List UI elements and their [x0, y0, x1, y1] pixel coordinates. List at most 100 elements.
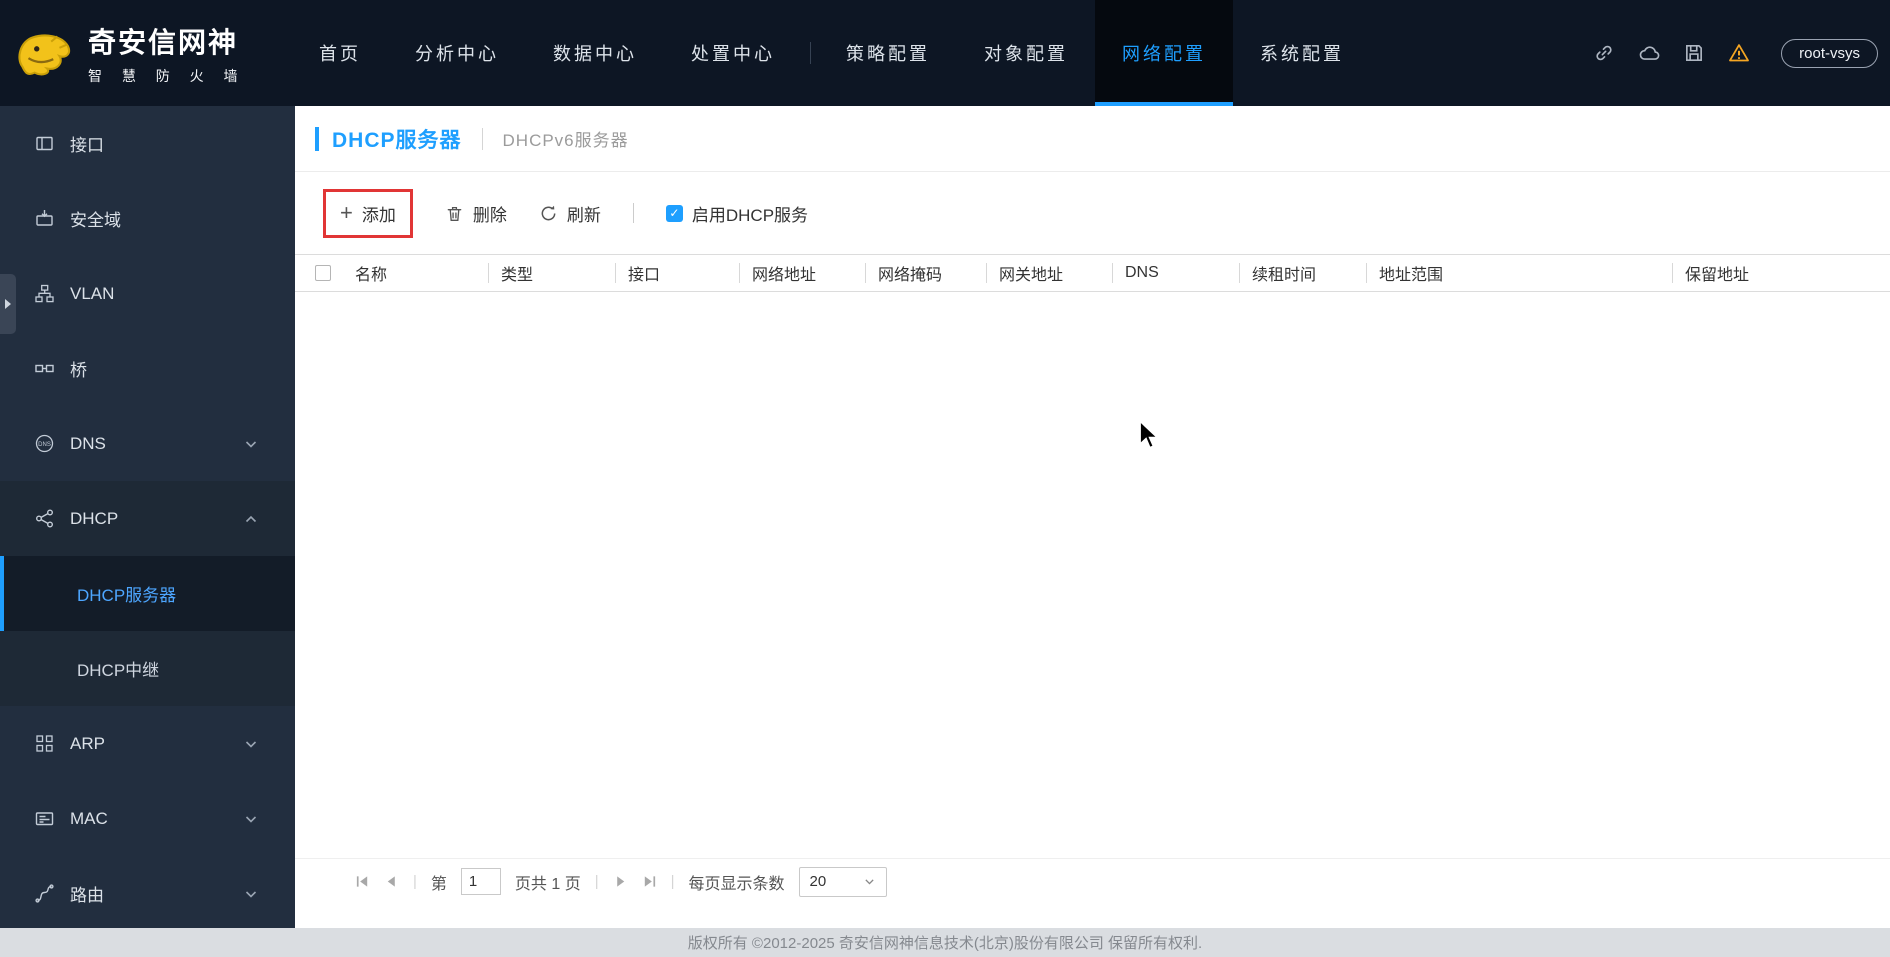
page-size-select[interactable]: 20	[798, 866, 887, 897]
table-body-empty	[295, 292, 1890, 858]
sidebar-item-interface[interactable]: 接口	[0, 106, 295, 181]
nav-item-system-config[interactable]: 系统配置	[1233, 0, 1371, 106]
next-page-icon[interactable]	[613, 874, 628, 889]
sidebar-item-route[interactable]: 路由	[0, 856, 295, 931]
nav-item-data-center[interactable]: 数据中心	[526, 0, 664, 106]
logo-mascot-icon	[18, 34, 71, 76]
bridge-icon	[34, 358, 55, 379]
sidebar-item-mac[interactable]: MAC	[0, 781, 295, 856]
nav-item-home[interactable]: 首页	[292, 0, 388, 106]
toolbar-divider	[632, 203, 634, 223]
chevron-up-icon	[243, 511, 259, 527]
column-header-netmask[interactable]: 网络掩码	[865, 263, 986, 283]
nav-item-object-config[interactable]: 对象配置	[957, 0, 1095, 106]
refresh-button[interactable]: 刷新	[539, 201, 601, 226]
sidebar-item-label: DHCP服务器	[77, 586, 177, 605]
route-icon	[34, 883, 55, 904]
sidebar-item-dhcp[interactable]: DHCP	[0, 481, 295, 556]
footer: 版权所有 ©2012-2025 奇安信网神信息技术(北京)股份有限公司 保留所有…	[0, 928, 1890, 957]
tab-dhcpv6-server[interactable]: DHCPv6服务器	[503, 126, 629, 151]
chevron-down-icon	[243, 736, 259, 752]
table-header: 名称 类型 接口 网络地址 网络掩码 网关地址 DNS 续租时间 地址范围 保留…	[295, 254, 1890, 292]
chevron-down-icon	[864, 879, 874, 885]
nav-divider	[810, 42, 811, 64]
nav-item-analysis-center[interactable]: 分析中心	[388, 0, 526, 106]
copyright-text: 版权所有 ©2012-2025 奇安信网神信息技术(北京)股份有限公司 保留所有…	[687, 935, 1203, 952]
nav-item-disposal-center[interactable]: 处置中心	[664, 0, 802, 106]
vsys-selector[interactable]: root-vsys	[1781, 38, 1878, 68]
sidebar-item-dhcp-relay[interactable]: DHCP中继	[0, 631, 295, 706]
chevron-down-icon	[243, 811, 259, 827]
sidebar-item-label: ARP	[70, 733, 105, 753]
page-size-label: 每页显示条数	[688, 875, 785, 893]
column-header-type[interactable]: 类型	[488, 263, 615, 283]
pagination-divider: |	[594, 873, 599, 890]
arp-icon	[34, 733, 55, 754]
sidebar-item-security-zone[interactable]: 安全域	[0, 181, 295, 256]
sidebar-item-label: 接口	[70, 136, 104, 155]
page-label: 第	[430, 875, 447, 893]
nav-item-network-config[interactable]: 网络配置	[1095, 0, 1233, 106]
sidebar-item-dns[interactable]: DNS DNS	[0, 406, 295, 481]
pagination-divider: |	[670, 873, 675, 890]
page-number-input[interactable]	[460, 868, 501, 895]
link-icon[interactable]	[1593, 42, 1615, 64]
sidebar-item-label: DHCP中继	[77, 661, 160, 680]
sidebar-item-bridge[interactable]: 桥	[0, 331, 295, 406]
column-header-name[interactable]: 名称	[343, 263, 488, 283]
sidebar-item-dhcp-server[interactable]: DHCP服务器	[0, 556, 295, 631]
collapse-arrow-icon	[5, 299, 11, 309]
active-tab-indicator	[315, 126, 319, 151]
logo-text: 奇安信网神 智 慧 防 火 墙	[88, 21, 246, 86]
pagination-divider: |	[413, 873, 417, 890]
nav-item-policy-config[interactable]: 策略配置	[819, 0, 957, 106]
sidebar-item-label: DNS	[70, 433, 106, 453]
sidebar-collapse-handle[interactable]	[0, 274, 16, 334]
save-icon[interactable]	[1683, 42, 1705, 64]
dns-icon: DNS	[34, 433, 55, 454]
topbar-right: root-vsys	[1593, 0, 1890, 106]
refresh-button-label: 刷新	[566, 205, 601, 225]
enable-dhcp-toggle[interactable]: ✓ 启用DHCP服务	[665, 201, 809, 226]
delete-button-label: 删除	[472, 205, 507, 225]
enable-dhcp-label: 启用DHCP服务	[691, 205, 809, 225]
sidebar-item-label: MAC	[70, 808, 108, 828]
last-page-icon[interactable]	[642, 874, 657, 889]
security-zone-icon	[34, 208, 55, 229]
column-header-lease-time[interactable]: 续租时间	[1239, 263, 1366, 283]
select-all-checkbox[interactable]	[315, 265, 331, 281]
column-header-network-address[interactable]: 网络地址	[739, 263, 865, 283]
logo: 奇安信网神 智 慧 防 火 墙	[0, 0, 292, 106]
sidebar-item-label: 路由	[70, 886, 104, 905]
sidebar-item-vlan[interactable]: VLAN	[0, 256, 295, 331]
top-nav: 首页 分析中心 数据中心 处置中心 策略配置 对象配置 网络配置 系统配置	[292, 0, 1371, 106]
sidebar-item-label: DHCP	[70, 508, 119, 528]
app-screen: 奇安信网神 智 慧 防 火 墙 首页 分析中心 数据中心 处置中心 策略配置 对…	[0, 0, 1890, 957]
trash-icon	[447, 206, 462, 221]
logo-title: 奇安信网神	[88, 26, 239, 58]
warning-icon[interactable]	[1728, 42, 1750, 64]
chevron-down-icon	[243, 886, 259, 902]
add-button[interactable]: + 添加	[340, 201, 396, 226]
tab-divider	[481, 127, 483, 150]
annotation-highlight-box: + 添加	[323, 188, 413, 238]
cloud-icon[interactable]	[1638, 42, 1660, 64]
enable-dhcp-checkbox[interactable]: ✓	[665, 204, 683, 222]
column-header-interface[interactable]: 接口	[615, 263, 739, 283]
sidebar-item-label: 桥	[70, 361, 87, 380]
logo-subtitle: 智 慧 防 火 墙	[88, 67, 246, 84]
prev-page-icon[interactable]	[384, 874, 399, 889]
column-header-reserved-address[interactable]: 保留地址	[1672, 263, 1890, 283]
sidebar-item-label: 安全域	[70, 211, 121, 230]
first-page-icon[interactable]	[355, 874, 370, 889]
column-header-dns[interactable]: DNS	[1112, 263, 1239, 283]
delete-button[interactable]: 删除	[445, 201, 507, 226]
content-area: 接口 安全域 VLAN 桥 DNS DNS DHCP DHCP服务器 DHCP中…	[0, 106, 1890, 928]
column-header-address-range[interactable]: 地址范围	[1366, 263, 1672, 283]
interface-icon	[34, 133, 55, 154]
sidebar-item-arp[interactable]: ARP	[0, 706, 295, 781]
toolbar: + 添加 删除 刷新 ✓ 启用DHCP服务	[295, 172, 1890, 254]
topbar: 奇安信网神 智 慧 防 火 墙 首页 分析中心 数据中心 处置中心 策略配置 对…	[0, 0, 1890, 106]
tab-dhcp-server[interactable]: DHCP服务器	[315, 124, 462, 154]
column-header-gateway[interactable]: 网关地址	[986, 263, 1112, 283]
